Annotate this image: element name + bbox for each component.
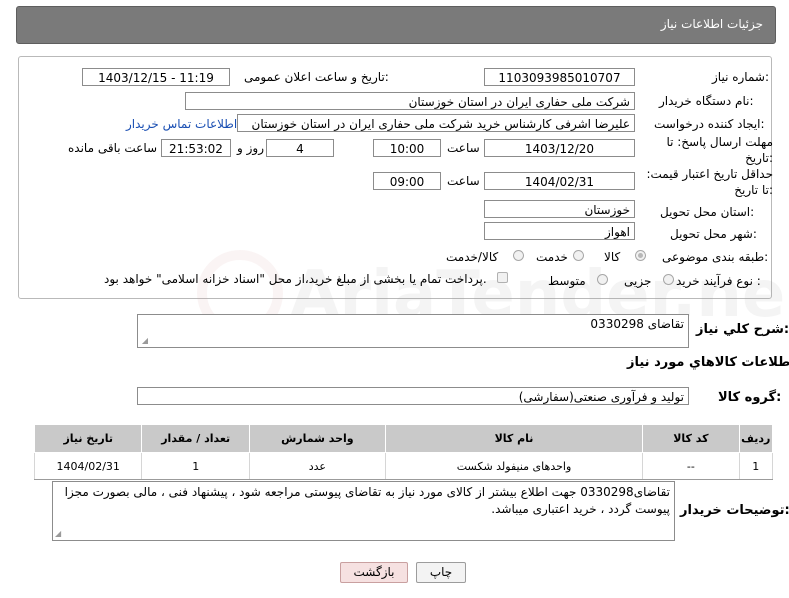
buyer-notes-textarea[interactable]: تقاضای0330298 جهت اطلاع بیشتر از کالای م… [52,481,675,541]
back-button[interactable]: بازگشت [340,562,408,583]
process-radio-medium[interactable] [597,274,608,285]
need-number-field: 1103093985010707 [484,68,635,86]
treasury-payment-label: پرداخت تمام یا بخشی از مبلغ خرید،از محل … [104,272,487,286]
announce-datetime-label: تاریخ و ساعت اعلان عمومی: [244,70,389,84]
table-row[interactable]: 1 -- واحدهای منیفولد شکست عدد 1 1404/02/… [33,452,774,480]
cell-quantity: 1 [141,452,250,480]
province-label: استان محل تحویل: [660,205,755,219]
print-button[interactable]: چاپ [416,562,466,583]
page-header: جزئیات اطلاعات نیاز [16,6,776,44]
page-title: جزئیات اطلاعات نیاز [660,17,763,31]
general-desc-label: شرح کلي نياز: [696,322,789,337]
col-quantity: تعداد / مقدار [141,424,250,453]
creator-label: ایجاد کننده درخواست: [654,117,765,131]
col-row-number: ردیف [738,424,774,453]
days-field: 4 [266,139,334,157]
cell-goods-code: -- [642,452,740,480]
buyer-org-field: شرکت ملی حفاری ایران در استان خوزستان [185,92,635,110]
col-goods-name: نام کالا [384,424,644,453]
province-field: خوزستان [484,200,635,218]
cell-row-number: 1 [738,452,774,480]
validity-date-field: 1404/02/31 [484,172,635,190]
general-desc-text: تقاضای 0330298 [590,317,684,331]
buyer-org-label: نام دستگاه خریدار: [659,94,754,108]
col-unit: واحد شمارش [248,424,386,453]
days-label: روز و [237,141,264,155]
city-label: شهر محل تحویل: [670,227,757,241]
cell-goods-name: واحدهای منیفولد شکست [384,452,644,480]
goods-info-heading: اطلاعات کالاهاي مورد نياز [627,355,789,370]
reply-time-label: ساعت [447,141,480,155]
buyer-contact-link[interactable]: اطلاعات تماس خریدار [126,117,237,131]
announce-datetime-field: 1403/12/15 - 11:19 [82,68,230,86]
validity-time-label: ساعت [447,174,480,188]
col-need-date: تاریخ نیاز [33,424,143,453]
general-desc-textarea[interactable]: تقاضای 0330298 ◢ [137,314,689,348]
hours-remaining-label: ساعت باقی مانده [68,141,158,155]
treasury-payment-checkbox[interactable] [497,272,508,283]
resize-grip-icon[interactable]: ◢ [140,337,148,345]
reply-time-field: 10:00 [373,139,441,157]
remaining-time-field: 21:53:02 [161,139,231,157]
category-radio-goods[interactable] [635,250,646,261]
process-radio-minor[interactable] [663,274,674,285]
category-radio-goods-service[interactable] [513,250,524,261]
cell-unit: عدد [248,452,386,480]
category-radio-service[interactable] [573,250,584,261]
notes-resize-grip-icon[interactable]: ◢ [55,530,63,538]
price-validity-label: حداقل تاریخ اعتبار قیمت: تا تاریخ: [646,167,773,197]
city-field: اهواز [484,222,635,240]
category-label: طبقه بندی موضوعی: [662,250,769,264]
process-option-medium: متوسط [548,274,586,288]
goods-group-field: تولید و فرآوری صنعتی(سفارشی) [137,387,689,405]
validity-time-field: 09:00 [373,172,441,190]
col-goods-code: کد کالا [642,424,740,453]
reply-date-field: 1403/12/20 [484,139,635,157]
cell-need-date: 1404/02/31 [33,452,143,480]
goods-table: ردیف کد کالا نام کالا واحد شمارش تعداد /… [33,424,774,480]
table-header-row: ردیف کد کالا نام کالا واحد شمارش تعداد /… [33,424,774,453]
category-option-goods: کالا [604,250,621,264]
reply-deadline-label: مهلت ارسال پاسخ: تا تاریخ: [666,135,773,165]
category-option-service: خدمت [536,250,568,264]
process-option-minor: جزیی [624,274,652,288]
category-option-goods-service: کالا/خدمت [446,250,499,264]
creator-field: علیرضا اشرفی کارشناس خرید شرکت ملی حفاری… [237,114,635,132]
process-type-label: نوع فرآیند خرید : [676,274,761,288]
buyer-notes-text: تقاضای0330298 جهت اطلاع بیشتر از کالای م… [64,485,670,516]
need-number-label: شماره نیاز: [712,70,770,84]
buyer-notes-label: توضیحات خریدار: [680,503,789,518]
goods-group-label: گروه کالا: [718,390,782,405]
